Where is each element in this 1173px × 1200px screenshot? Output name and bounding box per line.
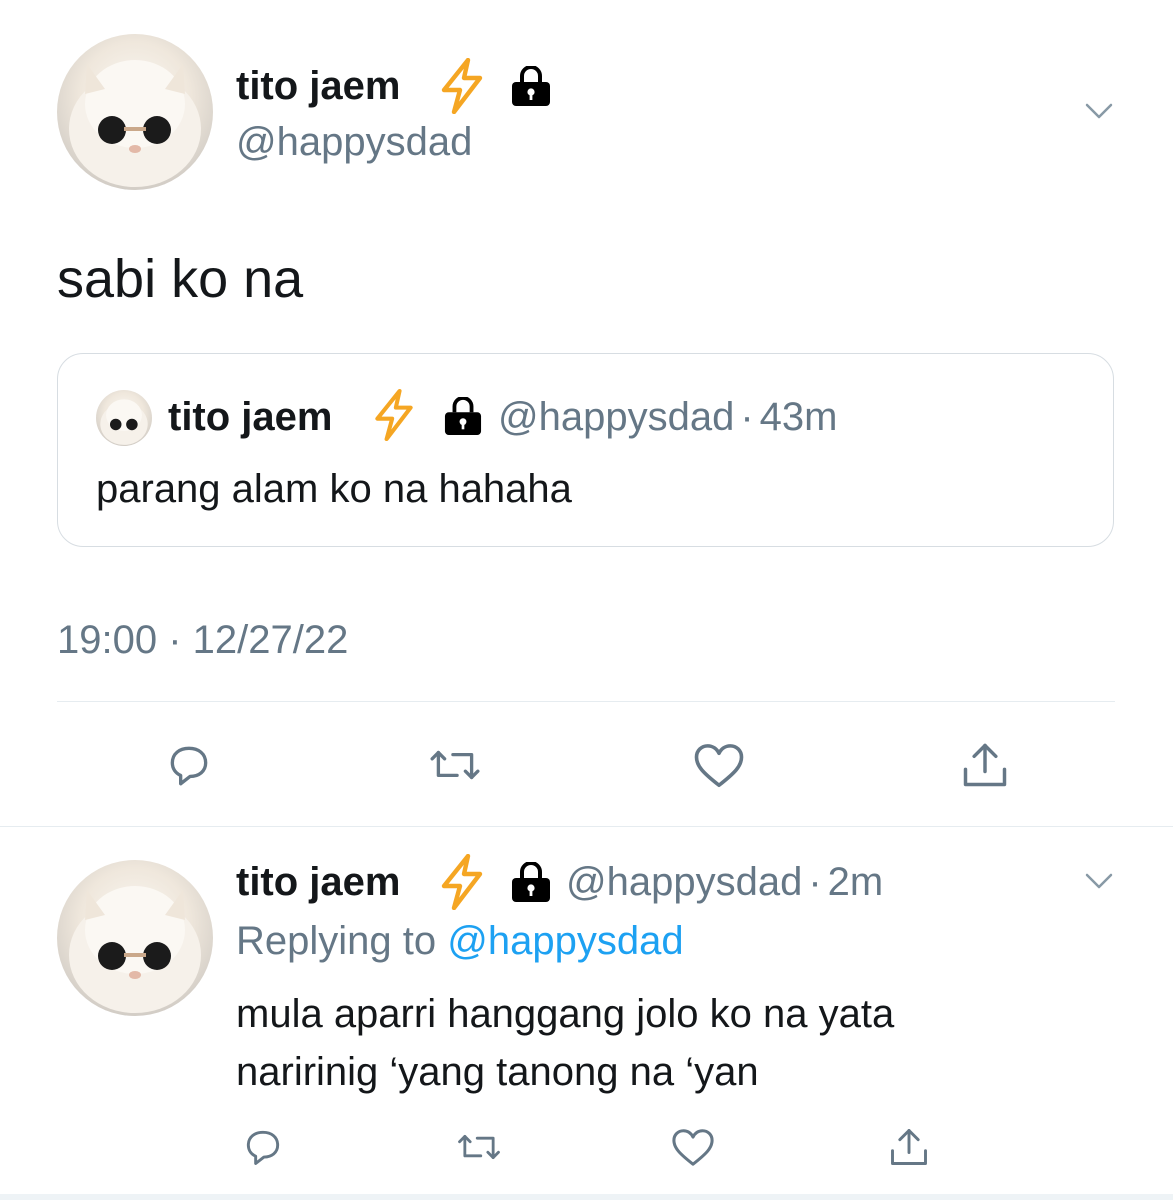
share-icon (891, 1129, 927, 1165)
reply-text-line-1: mula aparri hanggang jolo ko na yata (236, 992, 895, 1036)
replying-prefix: Replying to (236, 919, 437, 963)
divider (57, 701, 1115, 702)
lock-icon (510, 65, 552, 111)
lock-icon (443, 396, 483, 440)
like-button[interactable] (670, 1124, 716, 1170)
reply-avatar[interactable] (57, 860, 213, 1016)
lock-icon (510, 861, 552, 907)
like-icon (672, 1129, 714, 1166)
reply-author-handle[interactable]: @happysdad (566, 860, 802, 904)
quoted-tweet-card[interactable] (57, 353, 1114, 547)
share-button[interactable] (958, 738, 1012, 792)
quoted-text: parang alam ko na hahaha (96, 467, 572, 511)
retweet-button[interactable] (428, 738, 482, 792)
bottom-edge (0, 1194, 1173, 1200)
cat-avatar-image (69, 886, 201, 1013)
chevron-down-icon[interactable] (1085, 872, 1113, 895)
share-button[interactable] (886, 1124, 932, 1170)
separator-dot: · (808, 860, 822, 904)
cat-avatar-image (69, 60, 201, 187)
lightning-bolt-icon (436, 57, 488, 119)
reply-icon (170, 746, 208, 786)
quoted-author-name: tito jaem (168, 395, 333, 439)
replying-handle-link[interactable]: @happysdad (447, 919, 683, 963)
quoted-time: 43m (759, 395, 838, 439)
tweet-timestamp[interactable]: 19:00 · 12/27/22 (57, 615, 348, 665)
chevron-down-icon[interactable] (1085, 102, 1113, 125)
retweet-button[interactable] (456, 1124, 502, 1170)
avatar[interactable] (57, 34, 213, 190)
retweet-icon (458, 1134, 500, 1160)
like-icon (694, 744, 744, 788)
reply-button[interactable] (240, 1124, 286, 1170)
reply-time: 2m (827, 860, 884, 904)
tweet-text: sabi ko na (57, 249, 304, 309)
reply-text-line-2: naririnig ‘yang tanong na ‘yan (236, 1050, 759, 1094)
replying-to: Replying to @happysdad (236, 916, 684, 966)
author-handle[interactable]: @happysdad (236, 118, 472, 166)
reply-meta: @happysdad · 2m (566, 858, 883, 906)
lightning-bolt-icon (436, 853, 488, 915)
quoted-meta: @happysdad · 43m (498, 393, 837, 441)
lightning-bolt-icon (370, 388, 418, 447)
author-name[interactable]: tito jaem (236, 62, 400, 110)
like-button[interactable] (692, 738, 746, 792)
quoted-author-handle: @happysdad (498, 395, 735, 439)
section-divider (0, 826, 1173, 827)
reply-author-name[interactable]: tito jaem (236, 858, 400, 906)
share-icon (963, 743, 1007, 787)
reply-button[interactable] (162, 738, 216, 792)
separator-dot: · (740, 395, 754, 439)
retweet-icon (430, 750, 480, 780)
reply-icon (246, 1130, 280, 1165)
quoted-avatar (96, 390, 152, 446)
